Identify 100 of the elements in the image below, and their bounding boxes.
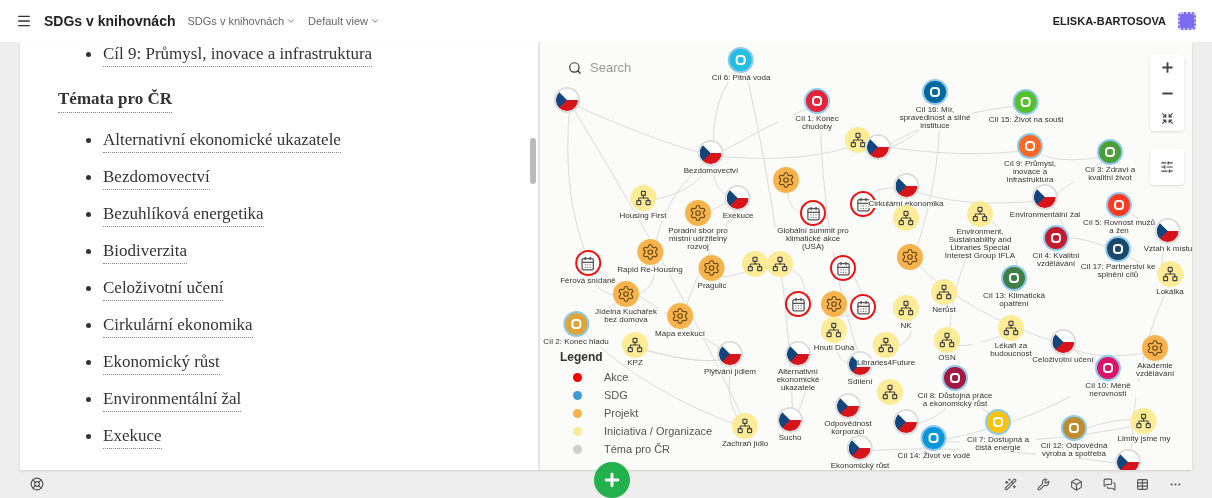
org-chart-node-icon[interactable]	[622, 332, 648, 358]
search-field[interactable]: Search	[590, 58, 690, 78]
view-dropdown[interactable]: SDGs v knihovnách	[187, 12, 297, 30]
goal-node-icon[interactable]	[922, 79, 948, 105]
menu-icon[interactable]	[16, 13, 32, 29]
goal-node-icon[interactable]	[563, 311, 589, 337]
calendar-node-icon[interactable]	[850, 294, 876, 320]
goal-node-icon[interactable]	[1013, 89, 1039, 115]
wrench-icon[interactable]	[1037, 477, 1050, 491]
org-chart-node-icon[interactable]	[934, 327, 960, 353]
node-label: Jídelna Kuchařek bez domova	[588, 308, 664, 324]
settings-icon[interactable]	[1160, 160, 1174, 174]
flag-node-icon[interactable]	[698, 140, 724, 166]
gear-node-icon[interactable]	[1142, 335, 1168, 361]
flag-node-icon[interactable]	[893, 409, 919, 435]
topic-link[interactable]: Bezdomovectví	[103, 163, 210, 191]
goal-node-icon[interactable]	[1105, 236, 1131, 262]
gear-node-icon[interactable]	[699, 255, 725, 281]
org-chart-node-icon[interactable]	[931, 279, 957, 305]
flag-node-icon[interactable]	[865, 134, 891, 160]
gear-node-icon[interactable]	[773, 167, 799, 193]
goal-link[interactable]: Cíl 9: Průmysl, inovace a infrastruktura	[103, 42, 373, 68]
cube-icon[interactable]	[1070, 477, 1083, 491]
calendar-node-icon[interactable]	[800, 200, 826, 226]
flag-node-icon[interactable]	[893, 173, 919, 199]
flag-node-icon[interactable]	[847, 435, 873, 461]
flag-node-icon[interactable]	[785, 341, 811, 367]
flag-node-icon[interactable]	[717, 341, 743, 367]
topic-link[interactable]: Biodiverzita	[103, 237, 188, 265]
goal-node-icon[interactable]	[921, 425, 947, 451]
org-chart-node-icon[interactable]	[1131, 408, 1157, 434]
calendar-node-icon[interactable]	[830, 255, 856, 281]
flag-node-icon[interactable]	[1032, 184, 1058, 210]
add-button[interactable]	[594, 462, 630, 498]
topic-link[interactable]: Exekuce	[103, 422, 162, 450]
goal-node-icon[interactable]	[1097, 139, 1123, 165]
node-label: Férová snídaně	[560, 277, 616, 285]
topic-link[interactable]: Cirkulární ekonomika	[103, 311, 253, 339]
calendar-node-icon[interactable]	[785, 291, 811, 317]
topic-link[interactable]: Alternativní ekonomické ukazatele	[103, 126, 341, 154]
org-chart-node-icon[interactable]	[767, 251, 793, 277]
flag-node-icon[interactable]	[725, 185, 751, 211]
org-chart-node-icon[interactable]	[893, 205, 919, 231]
topic-link[interactable]: Environmentální žal	[103, 385, 242, 413]
goal-node-icon[interactable]	[728, 47, 754, 73]
node-label: Vztah k místu	[1143, 245, 1192, 253]
goal-node-icon[interactable]	[804, 88, 830, 114]
topic-link[interactable]: Ekonomický růst	[103, 348, 220, 376]
node-label: Environmentální žal	[1009, 211, 1081, 219]
node-label: Zachraň jídlo	[721, 440, 769, 448]
org-chart-node-icon[interactable]	[742, 251, 768, 277]
flag-node-icon[interactable]	[777, 407, 803, 433]
node-label: Bezdomovectví	[683, 167, 739, 175]
wand-icon[interactable]	[1004, 477, 1017, 491]
table-icon[interactable]	[1136, 477, 1149, 491]
org-chart-node-icon[interactable]	[893, 295, 919, 321]
node-label: Cíl 6: Pitná voda	[711, 74, 771, 82]
flag-node-icon[interactable]	[1050, 329, 1076, 355]
flag-node-icon[interactable]	[554, 87, 580, 113]
chat-icon[interactable]	[1103, 477, 1116, 491]
node-label: Cíl 7: Dostupná a čistá energie	[960, 436, 1036, 452]
org-chart-node-icon[interactable]	[732, 413, 758, 439]
org-chart-node-icon[interactable]	[998, 315, 1024, 341]
org-chart-node-icon[interactable]	[821, 317, 847, 343]
goal-node-icon[interactable]	[985, 409, 1011, 435]
goal-node-icon[interactable]	[1106, 192, 1132, 218]
gear-node-icon[interactable]	[613, 281, 639, 307]
node-label: Cíl 15: Život na souši	[988, 116, 1064, 124]
goal-node-icon[interactable]	[1001, 265, 1027, 291]
gear-node-icon[interactable]	[821, 291, 847, 317]
fit-icon[interactable]	[1160, 112, 1174, 125]
zoom-in-icon[interactable]	[1159, 60, 1175, 75]
org-chart-node-icon[interactable]	[873, 332, 899, 358]
flag-node-icon[interactable]	[1155, 218, 1181, 244]
flag-node-icon[interactable]	[1115, 449, 1141, 470]
gear-node-icon[interactable]	[667, 303, 693, 329]
org-chart-node-icon[interactable]	[967, 201, 993, 227]
view-dropdown[interactable]: Default view	[308, 12, 380, 30]
goal-node-icon[interactable]	[942, 365, 968, 391]
gear-node-icon[interactable]	[897, 244, 923, 270]
org-chart-node-icon[interactable]	[1157, 261, 1183, 287]
topic-link[interactable]: Bezuhlíková energetika	[103, 200, 264, 228]
flag-node-icon[interactable]	[835, 393, 861, 419]
gear-node-icon[interactable]	[637, 239, 663, 265]
avatar-icon[interactable]	[1178, 12, 1196, 30]
calendar-node-icon[interactable]	[575, 250, 601, 276]
scrollbar-thumb[interactable]	[530, 138, 536, 184]
org-chart-node-icon[interactable]	[845, 127, 871, 153]
goal-node-icon[interactable]	[1017, 133, 1043, 159]
org-chart-node-icon[interactable]	[630, 185, 656, 211]
gear-node-icon[interactable]	[685, 200, 711, 226]
goal-node-icon[interactable]	[1095, 355, 1121, 381]
node-label: Mapa exekucí	[655, 330, 705, 338]
node-label: Cíl 14: Život ve vodě	[897, 452, 971, 460]
chevron-down-icon	[286, 16, 297, 26]
org-chart-node-icon[interactable]	[877, 379, 903, 405]
help-icon[interactable]	[30, 477, 44, 491]
goal-node-icon[interactable]	[1043, 225, 1069, 251]
topic-link[interactable]: Celoživotní učení	[103, 274, 224, 302]
goal-node-icon[interactable]	[1061, 415, 1087, 441]
